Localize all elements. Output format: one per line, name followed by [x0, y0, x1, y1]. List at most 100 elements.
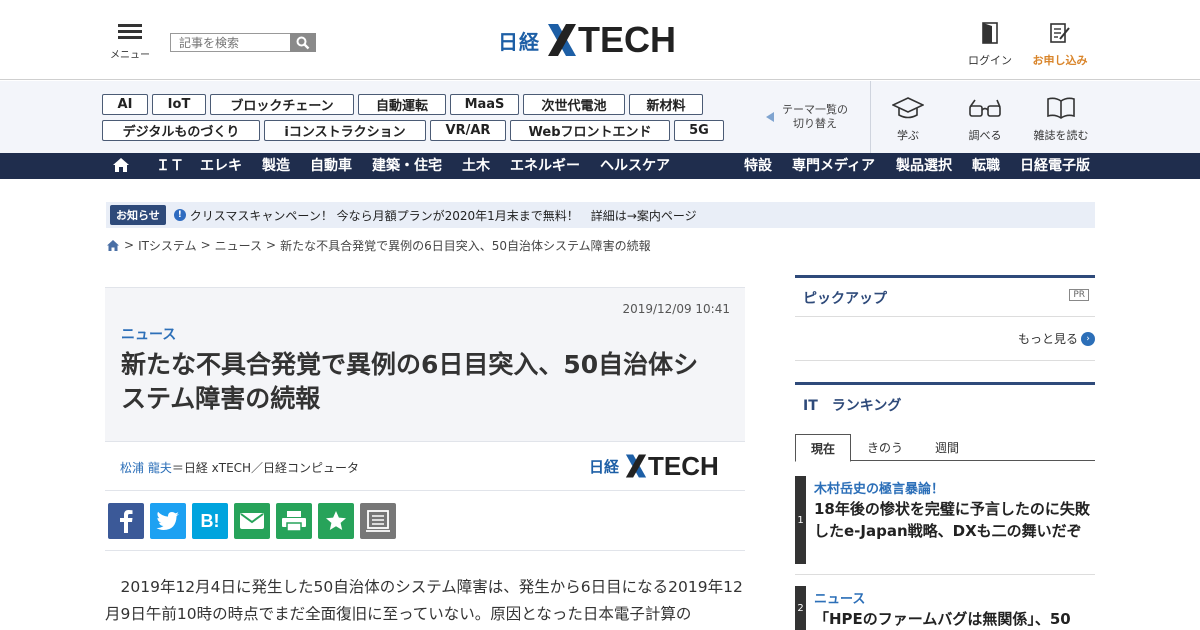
- theme-tag-vr-ar[interactable]: VR/AR: [430, 120, 506, 141]
- ranking-tabs: 現在 きのう 週間: [795, 434, 1095, 462]
- open-book-icon: [1047, 97, 1075, 119]
- twitter-share-button[interactable]: [150, 503, 186, 539]
- theme-tag-blockchain[interactable]: ブロックチェーン: [210, 94, 354, 115]
- nav-nikkei-digital[interactable]: 日経電子版: [1020, 153, 1090, 179]
- apply-button[interactable]: お申し込み: [1028, 22, 1092, 68]
- nav-healthcare[interactable]: ヘルスケア: [600, 153, 670, 179]
- graduation-cap-icon: [892, 97, 924, 119]
- nav-media[interactable]: 専門メディア: [792, 153, 875, 179]
- bookmark-button[interactable]: [318, 503, 354, 539]
- x-mark-icon: [548, 24, 576, 56]
- notice-bar[interactable]: お知らせ ! クリスマスキャンペーン！ 今なら月額プランが2020年1月末まで無…: [106, 202, 1095, 228]
- nav-special[interactable]: 特設: [744, 153, 772, 179]
- more-label: もっと見る: [1017, 332, 1078, 346]
- nav-civil[interactable]: 土木: [462, 153, 490, 179]
- theme-tag-web-frontend[interactable]: Webフロントエンド: [510, 120, 670, 141]
- home-icon: [113, 158, 129, 172]
- memo-button[interactable]: [360, 503, 396, 539]
- breadcrumb-item[interactable]: ITシステム: [138, 237, 197, 254]
- author-name[interactable]: 松浦 龍夫: [120, 461, 172, 475]
- menu-label: メニュー: [110, 50, 150, 61]
- tab-weekly[interactable]: 週間: [919, 434, 975, 461]
- x-mark-icon: [625, 454, 647, 478]
- memo-icon: [366, 510, 390, 532]
- notice-badge: お知らせ: [110, 205, 166, 225]
- divider: [795, 360, 1095, 361]
- nav-electronics[interactable]: エレキ: [200, 153, 242, 179]
- glasses-icon: [969, 99, 1001, 117]
- author-affiliation: ＝日経 xTECH／日経コンピュータ: [171, 461, 360, 475]
- nav-architecture[interactable]: 建築・住宅: [372, 153, 442, 179]
- ranking-item[interactable]: 1 木村岳史の極言暴論！ 18年後の惨状を完璧に予言したのに失敗したe-Japa…: [795, 476, 1095, 564]
- learn-label: 学ぶ: [897, 129, 919, 142]
- mail-icon: [240, 513, 264, 529]
- magazine-button[interactable]: 雑誌を読む: [1031, 95, 1091, 143]
- divider: [795, 316, 1095, 317]
- author-row: 松浦 龍夫＝日経 xTECH／日経コンピュータ 日経 TECH: [105, 441, 745, 491]
- theme-tag-iot[interactable]: IoT: [152, 94, 206, 115]
- divider: [795, 574, 1095, 575]
- ranking-box: IT ランキング: [795, 382, 1095, 414]
- search-icon: [296, 36, 310, 49]
- menu-button[interactable]: メニュー: [108, 24, 152, 61]
- logo-xtech: TECH: [546, 22, 676, 58]
- login-label: ログイン: [968, 54, 1012, 67]
- logo-nikkei: 日経: [589, 457, 620, 476]
- home-icon[interactable]: [106, 239, 120, 252]
- site-logo[interactable]: 日経 TECH: [498, 20, 708, 60]
- nav-home[interactable]: [112, 153, 130, 179]
- chevron-right-icon: ›: [1081, 331, 1095, 346]
- nav-products[interactable]: 製品選択: [896, 153, 952, 179]
- article-title: 新たな不具合発覚で異例の6日目突入、50自治体システム障害の続報: [121, 350, 699, 413]
- login-button[interactable]: ログイン: [966, 22, 1014, 68]
- breadcrumb: > ITシステム > ニュース > 新たな不具合発覚で異例の6日目突入、50自治…: [106, 237, 651, 253]
- print-button[interactable]: [276, 503, 312, 539]
- search-box: [170, 33, 316, 52]
- divider: [870, 81, 871, 153]
- rank-title: 18年後の惨状を完璧に予言したのに失敗したe-Japan戦略、DXも二の舞いだぞ: [814, 500, 1090, 540]
- theme-switch-button[interactable]: テーマ一覧の 切り替え: [766, 103, 856, 131]
- ranking-title: IT ランキング: [803, 398, 902, 414]
- tab-now[interactable]: 現在: [795, 434, 851, 462]
- ranking-item[interactable]: 2 ニュース 「HPEのファームバグは無関係」、50: [795, 586, 1095, 630]
- hatena-bookmark-button[interactable]: B!: [192, 503, 228, 539]
- rank-title: 「HPEのファームバグは無関係」、50: [814, 610, 1071, 628]
- research-button[interactable]: 調べる: [955, 95, 1015, 143]
- theme-tag-5g[interactable]: 5G: [674, 120, 724, 141]
- theme-tag-ai[interactable]: AI: [102, 94, 148, 115]
- learn-button[interactable]: 学ぶ: [878, 95, 938, 143]
- nav-it[interactable]: ＩＴ: [156, 153, 184, 179]
- share-buttons: B!: [108, 503, 402, 539]
- theme-tag-maas[interactable]: MaaS: [450, 94, 519, 115]
- star-icon: [326, 511, 346, 530]
- breadcrumb-item[interactable]: ニュース: [215, 237, 262, 254]
- nav-energy[interactable]: エネルギー: [510, 153, 580, 179]
- search-button[interactable]: [290, 33, 316, 52]
- rank-category: 木村岳史の極言暴論！: [814, 482, 945, 497]
- pickup-title: ピックアップ: [803, 291, 887, 307]
- article-body: 2019年12月4日に発生した50自治体のシステム障害は、発生から6日目になる2…: [105, 578, 743, 623]
- theme-switch-line2: 切り替え: [793, 117, 837, 130]
- theme-tag-digital-monozukuri[interactable]: デジタルものづくり: [102, 120, 260, 141]
- article-date: 2019/12/09 10:41: [622, 302, 730, 316]
- mail-share-button[interactable]: [234, 503, 270, 539]
- facebook-share-button[interactable]: [108, 503, 144, 539]
- facebook-icon: [120, 510, 133, 533]
- theme-tag-i-construction[interactable]: iコンストラクション: [264, 120, 426, 141]
- pr-badge: PR: [1069, 289, 1089, 301]
- more-link[interactable]: もっと見る ›: [1018, 330, 1095, 347]
- search-input[interactable]: [170, 33, 291, 52]
- nav-automotive[interactable]: 自動車: [310, 153, 352, 179]
- article-category[interactable]: ニュース: [121, 324, 176, 344]
- hamburger-icon: [118, 24, 142, 40]
- tab-yesterday[interactable]: きのう: [851, 434, 919, 461]
- theme-tag-new-material[interactable]: 新材料: [629, 94, 703, 115]
- theme-tag-battery[interactable]: 次世代電池: [523, 94, 625, 115]
- nav-jobs[interactable]: 転職: [972, 153, 1000, 179]
- info-icon: !: [173, 209, 186, 221]
- theme-tag-autonomous-driving[interactable]: 自動運転: [358, 94, 446, 115]
- nav-manufacturing[interactable]: 製造: [262, 153, 290, 179]
- main-nav: ＩＴ エレキ 製造 自動車 建築・住宅 土木 エネルギー ヘルスケア 特設 専門…: [0, 153, 1200, 179]
- breadcrumb-current: 新たな不具合発覚で異例の6日目突入、50自治体システム障害の続報: [280, 238, 651, 253]
- publication-logo: 日経 TECH: [589, 452, 735, 480]
